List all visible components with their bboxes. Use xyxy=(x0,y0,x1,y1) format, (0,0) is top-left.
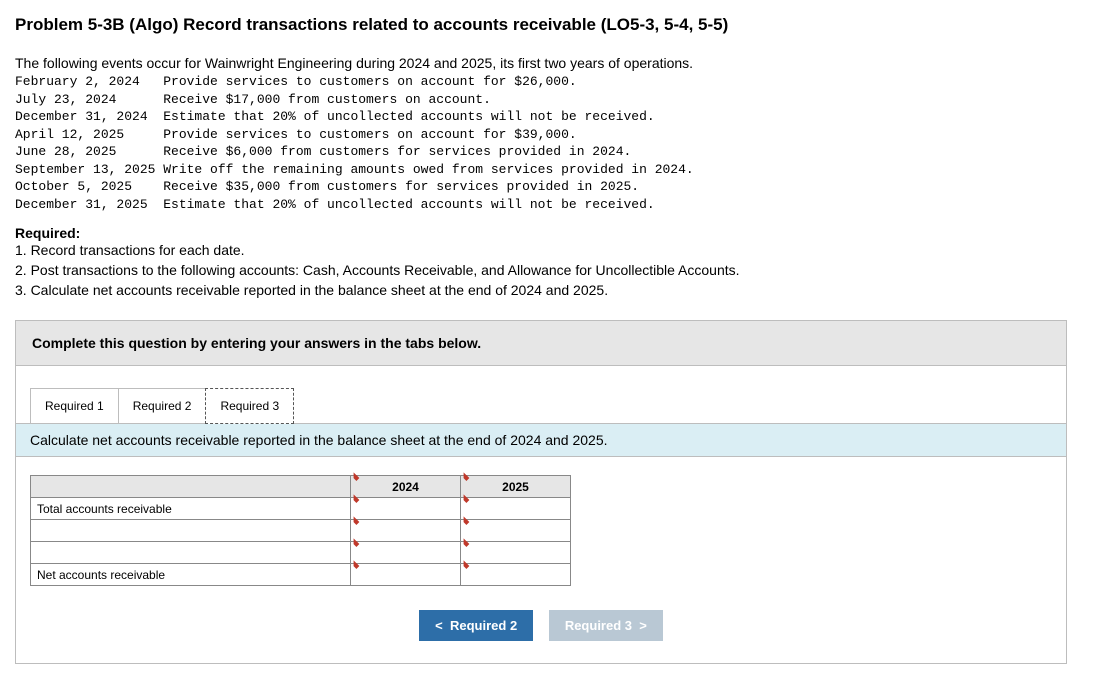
required-item: 3. Calculate net accounts receivable rep… xyxy=(15,281,1101,301)
required-item: 2. Post transactions to the following ac… xyxy=(15,261,1101,281)
chevron-left-icon: < xyxy=(435,618,443,633)
page-title: Problem 5-3B (Algo) Record transactions … xyxy=(15,15,1101,35)
input-blank1-2024[interactable] xyxy=(351,520,461,542)
panel-instruction: Complete this question by entering your … xyxy=(16,321,1066,366)
nav-buttons: < Required 2 Required 3 > xyxy=(16,592,1066,663)
input-total-ar-2025[interactable] xyxy=(461,498,571,520)
tab-required-2[interactable]: Required 2 xyxy=(118,388,207,424)
tab-instruction: Calculate net accounts receivable report… xyxy=(16,423,1066,457)
chevron-right-icon: > xyxy=(639,618,647,633)
row-label-net-ar: Net accounts receivable xyxy=(31,564,351,586)
tab-required-3[interactable]: Required 3 xyxy=(205,388,294,424)
prev-button-label: Required 2 xyxy=(450,618,517,633)
input-net-ar-2024[interactable] xyxy=(351,564,461,586)
required-items: 1. Record transactions for each date. 2.… xyxy=(15,241,1101,300)
answer-panel: Complete this question by entering your … xyxy=(15,320,1067,664)
tab-required-1[interactable]: Required 1 xyxy=(30,388,119,424)
next-button-label: Required 3 xyxy=(565,618,632,633)
input-net-ar-2025[interactable] xyxy=(461,564,571,586)
header-2025: 2025 xyxy=(461,476,571,498)
prev-button[interactable]: < Required 2 xyxy=(419,610,533,641)
row-label-blank2[interactable] xyxy=(31,542,351,564)
header-2024: 2024 xyxy=(351,476,461,498)
header-blank xyxy=(31,476,351,498)
tab-strip: Required 1 Required 2 Required 3 xyxy=(30,388,1066,423)
input-blank2-2025[interactable] xyxy=(461,542,571,564)
next-button[interactable]: Required 3 > xyxy=(549,610,663,641)
required-item: 1. Record transactions for each date. xyxy=(15,241,1101,261)
required-heading: Required: xyxy=(15,225,1101,241)
events-list: February 2, 2024 Provide services to cus… xyxy=(15,73,1101,213)
row-label-total-ar: Total accounts receivable xyxy=(31,498,351,520)
input-total-ar-2024[interactable] xyxy=(351,498,461,520)
intro-text: The following events occur for Wainwrigh… xyxy=(15,55,1101,71)
answer-table: 2024 2025 Total accounts receivable Net … xyxy=(30,475,571,586)
row-label-blank1[interactable] xyxy=(31,520,351,542)
input-blank1-2025[interactable] xyxy=(461,520,571,542)
input-blank2-2024[interactable] xyxy=(351,542,461,564)
